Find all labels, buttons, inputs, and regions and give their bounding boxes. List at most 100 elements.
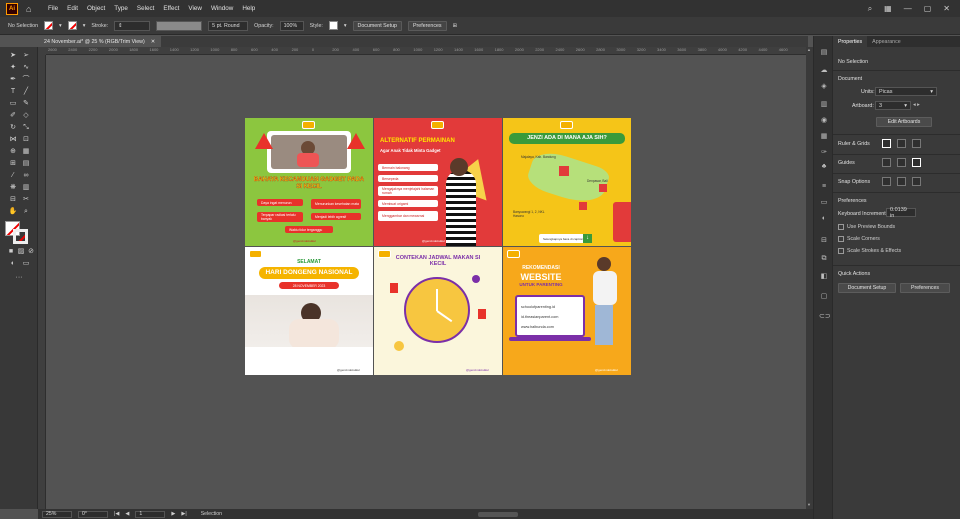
next-artboard-icon[interactable]: ▶	[171, 511, 175, 517]
menu-select[interactable]: Select	[137, 5, 155, 12]
eyedropper-icon[interactable]: ⁄	[8, 171, 18, 181]
scroll-up-icon[interactable]: ▲	[807, 47, 812, 53]
scroll-down-icon[interactable]: ▼	[807, 502, 812, 508]
perspective-grid-icon[interactable]: ▦	[21, 147, 31, 157]
first-artboard-icon[interactable]: |◀	[114, 511, 119, 517]
color-mode-icon[interactable]: ■	[6, 247, 16, 257]
gradient-tool-icon[interactable]: ▤	[21, 159, 31, 169]
transparency-panel-icon[interactable]: ◐	[819, 214, 829, 223]
document-setup-button[interactable]: Document Setup	[838, 283, 896, 293]
more-tools-icon[interactable]: ···	[14, 273, 24, 283]
preferences-button[interactable]: Preferences	[408, 20, 447, 31]
pen-tool-icon[interactable]: ✒	[8, 75, 18, 85]
layers-panel-icon[interactable]: ◈	[819, 82, 829, 91]
search-icon[interactable]: ⌕	[868, 4, 872, 14]
ruler-toggle-icon[interactable]	[882, 139, 891, 148]
magic-wand-icon[interactable]: ✦	[8, 63, 18, 73]
show-guides-icon[interactable]	[882, 158, 891, 167]
artboard-tool-icon[interactable]: ⊟	[8, 195, 18, 205]
edit-artboards-button[interactable]: Edit Artboards	[876, 117, 932, 127]
chevron-down-icon[interactable]: ▾	[344, 23, 347, 29]
preferences-button[interactable]: Preferences	[900, 283, 950, 293]
artboard-4[interactable]: SELAMAT HARI DONGENG NASIONAL 28 NOVEMBE…	[245, 247, 373, 375]
shape-builder-icon[interactable]: ⊕	[8, 147, 18, 157]
pathfinder-panel-icon[interactable]: ◧	[819, 272, 829, 281]
zoom-dropdown[interactable]: 25%	[42, 510, 72, 518]
scale-corners-checkbox[interactable]: Scale Corners	[838, 236, 880, 242]
slice-tool-icon[interactable]: ✂	[21, 195, 31, 205]
free-transform-icon[interactable]: ⊡	[21, 135, 31, 145]
horizontal-scrollbar[interactable]	[478, 511, 519, 517]
tool-mode-label[interactable]: Selection	[201, 511, 222, 517]
artboard-5[interactable]: CONTEKAN JADWAL MAKAN SI KECIL @gencindo…	[374, 247, 502, 375]
width-tool-icon[interactable]: ⋈	[8, 135, 18, 145]
ruler-corner[interactable]	[38, 47, 46, 55]
selection-tool-icon[interactable]: ➤	[8, 51, 18, 61]
brush-dropdown[interactable]: 5 pt. Round	[208, 20, 249, 31]
snap-to-pixel-icon[interactable]	[897, 177, 906, 186]
rotate-dropdown[interactable]: 0°	[78, 510, 108, 518]
tab-appearance[interactable]: Appearance	[867, 36, 906, 47]
direct-selection-tool-icon[interactable]: ➢	[21, 51, 31, 61]
align-panel-icon[interactable]: ⊟	[819, 236, 829, 245]
brushes-panel-icon[interactable]: ✑	[819, 148, 829, 157]
hand-tool-icon[interactable]: ✋	[8, 207, 18, 217]
snap-to-point-icon[interactable]	[882, 177, 891, 186]
previous-artboard-icon[interactable]: ◀	[125, 511, 129, 517]
menu-file[interactable]: File	[48, 5, 58, 12]
stroke-swatch[interactable]	[67, 21, 77, 30]
lasso-icon[interactable]: ∿	[21, 63, 31, 73]
type-tool-icon[interactable]: T	[8, 87, 18, 97]
close-icon[interactable]: ✕	[151, 39, 155, 45]
menu-object[interactable]: Object	[87, 5, 105, 12]
none-mode-icon[interactable]: ⊘	[26, 247, 36, 257]
snap-to-glyph-icon[interactable]	[912, 177, 921, 186]
variable-width-dropdown[interactable]	[156, 20, 203, 31]
smart-guides-icon[interactable]	[912, 158, 921, 167]
minimize-button[interactable]: —	[904, 4, 912, 14]
menu-help[interactable]: Help	[242, 5, 255, 12]
gradient-panel-icon[interactable]: ▭	[819, 198, 829, 207]
scale-tool-icon[interactable]: ⤡	[21, 123, 31, 133]
comments-panel-icon[interactable]: ▢	[819, 292, 829, 301]
zoom-tool-icon[interactable]: ⌕	[21, 207, 31, 217]
screen-mode-icon[interactable]: ▭	[21, 259, 31, 269]
keyboard-increment-field[interactable]: 0.0139 in	[886, 207, 916, 219]
fill-swatch[interactable]	[44, 21, 54, 30]
opacity-field[interactable]: 100%	[279, 20, 304, 31]
libraries-panel-icon[interactable]: ☁	[819, 66, 829, 75]
maximize-button[interactable]: ▢	[924, 4, 932, 14]
chevron-down-icon[interactable]: ▾	[59, 23, 62, 29]
shaper-tool-icon[interactable]: ✐	[8, 111, 18, 121]
transparency-grid-icon[interactable]	[912, 139, 921, 148]
home-icon[interactable]: ⌂	[26, 4, 38, 14]
color-panel-icon[interactable]: ◉	[819, 116, 829, 125]
links-panel-icon[interactable]: ⊂⊃	[819, 312, 831, 321]
menu-view[interactable]: View	[188, 5, 202, 12]
artboard-navigator[interactable]: 1	[135, 510, 166, 518]
line-tool-icon[interactable]: ╱	[21, 87, 31, 97]
chevron-down-icon[interactable]: ▾	[83, 23, 86, 29]
graph-tool-icon[interactable]: ▥	[21, 183, 31, 193]
paintbrush-icon[interactable]: ✎	[21, 99, 31, 109]
style-swatch[interactable]	[328, 21, 338, 30]
symbol-sprayer-icon[interactable]: ❋	[8, 183, 18, 193]
tab-properties[interactable]: Properties	[833, 36, 868, 47]
rectangle-tool-icon[interactable]: ▭	[8, 99, 18, 109]
close-button[interactable]: ✕	[943, 4, 950, 14]
symbols-panel-icon[interactable]: ♣	[819, 162, 829, 171]
menu-effect[interactable]: Effect	[163, 5, 179, 12]
arrange-icon[interactable]: ⊞	[453, 23, 457, 29]
workspace-icon[interactable]: ▦	[884, 4, 892, 14]
document-tab[interactable]: 24 November.ai* @ 25 % (RGB/Trim View) ✕	[38, 36, 162, 47]
grid-toggle-icon[interactable]	[897, 139, 906, 148]
menu-type[interactable]: Type	[114, 5, 128, 12]
stroke-panel-icon[interactable]: ≡	[819, 182, 829, 191]
scale-strokes-checkbox[interactable]: Scale Strokes & Effects	[838, 248, 901, 254]
mesh-tool-icon[interactable]: ⊞	[8, 159, 18, 169]
artboard-6[interactable]: REKOMENDASI WEBSITE UNTUK PARENTING scho…	[503, 247, 631, 375]
document-setup-button[interactable]: Document Setup	[352, 20, 402, 31]
use-preview-bounds-checkbox[interactable]: Use Preview Bounds	[838, 224, 895, 230]
eraser-icon[interactable]: ◇	[21, 111, 31, 121]
vertical-ruler[interactable]	[38, 55, 46, 509]
